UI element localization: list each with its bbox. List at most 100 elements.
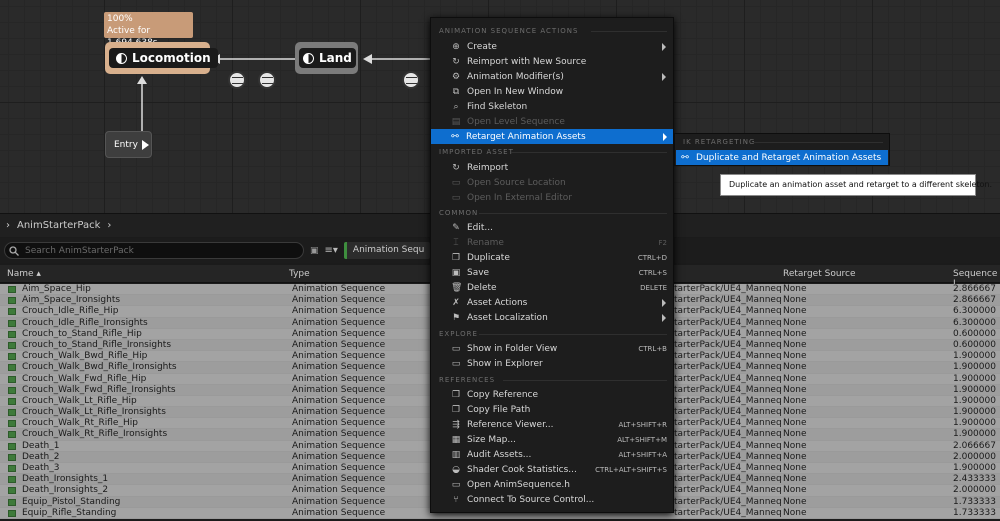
menu-item-audit-assets[interactable]: ▥ Audit Assets... ALT+SHIFT+A: [432, 447, 672, 462]
animation-sequence-icon: [8, 420, 16, 428]
animation-sequence-icon: [8, 375, 16, 383]
animation-sequence-icon: [8, 341, 16, 349]
search-input[interactable]: Search AnimStarterPack: [4, 242, 304, 259]
menu-item-duplicate-and-retarget[interactable]: ⚯ Duplicate and Retarget Animation Asset…: [676, 150, 888, 165]
cell-retarget-source: None: [783, 418, 807, 429]
cell-retarget-source: None: [783, 474, 807, 485]
menu-item-open-header[interactable]: ▭ Open AnimSequence.h: [432, 477, 672, 492]
cell-type: Animation Sequence: [292, 339, 386, 350]
divider: [479, 213, 667, 214]
cell-retarget-source: None: [783, 284, 807, 294]
cell-path: tarterPack/UE4_Manneq: [674, 284, 782, 294]
chevron-right-icon: [662, 298, 666, 307]
code-file-icon: ▭: [451, 479, 461, 490]
state-node-locomotion[interactable]: Locomotion: [105, 42, 218, 74]
menu-item-reimport-new-source[interactable]: ↻ Reimport with New Source: [432, 54, 672, 69]
cell-retarget-source: None: [783, 451, 807, 462]
cell-type: Animation Sequence: [292, 440, 386, 451]
exec-pin-icon[interactable]: [141, 139, 149, 150]
menu-item-copy-file-path[interactable]: ❐ Copy File Path: [432, 402, 672, 417]
column-header-name[interactable]: Name ▴: [7, 269, 41, 279]
chevron-right-icon[interactable]: ›: [6, 220, 10, 231]
chevron-right-icon[interactable]: ›: [107, 220, 111, 231]
column-header-type[interactable]: Type: [289, 269, 310, 279]
chevron-right-icon: [662, 313, 666, 322]
cell-path: tarterPack/UE4_Manneq: [674, 451, 782, 462]
cell-path: tarterPack/UE4_Manneq: [674, 328, 782, 339]
animation-sequence-icon: [8, 364, 16, 372]
cell-retarget-source: None: [783, 351, 807, 362]
menu-item-open-level-sequence: ▤ Open Level Sequence: [451, 116, 565, 127]
animation-sequence-icon: [8, 465, 16, 472]
cell-name: Death_Ironsights_2: [22, 485, 109, 496]
menu-item-delete[interactable]: 🗑 Delete DELETE: [432, 280, 672, 295]
menu-item-edit[interactable]: ✎ Edit...: [432, 220, 672, 235]
state-node-land[interactable]: Land: [295, 42, 358, 74]
audit-icon: ▥: [451, 449, 461, 460]
column-header-retarget[interactable]: Retarget Source: [783, 269, 856, 279]
transition-icon[interactable]: [258, 71, 276, 89]
reimport-icon: ↻: [452, 162, 460, 173]
cell-path: tarterPack/UE4_Manneq: [674, 362, 782, 373]
size-map-icon: ▦: [451, 434, 461, 445]
divider: [511, 152, 667, 153]
cell-name: Crouch_Walk_Rt_Rifle_Ironsights: [22, 429, 168, 440]
animation-sequence-icon: [8, 397, 16, 405]
filter-icon[interactable]: ≡▾: [325, 245, 338, 256]
menu-item-retarget-animation-assets[interactable]: ⚯ Retarget Animation Assets: [431, 129, 673, 144]
divider: [503, 380, 667, 381]
menu-item-show-in-explorer[interactable]: ▭ Show in Explorer: [432, 356, 672, 371]
filter-chip[interactable]: Animation Sequ: [343, 242, 431, 259]
menu-item-asset-actions[interactable]: ✗ Asset Actions: [432, 295, 672, 310]
cell-type: Animation Sequence: [292, 351, 386, 362]
cell-sequence-length: 1.900000: [953, 418, 996, 429]
retarget-icon: ⚯: [451, 131, 459, 142]
menu-item-size-map[interactable]: ▦ Size Map... ALT+SHIFT+M: [432, 432, 672, 447]
folder-icon: ▭: [451, 177, 461, 188]
cell-type: Animation Sequence: [292, 317, 386, 328]
breadcrumb-item[interactable]: AnimStarterPack: [17, 220, 100, 231]
menu-item-animation-modifiers[interactable]: ⚙ Animation Modifier(s): [432, 69, 672, 84]
menu-item-create[interactable]: ⊕ Create: [432, 39, 672, 54]
cell-path: tarterPack/UE4_Manneq: [674, 440, 782, 451]
menu-item-source-control[interactable]: ⑂ Connect To Source Control...: [432, 492, 672, 507]
cell-sequence-length: 1.900000: [953, 407, 996, 418]
save-search-icon[interactable]: ▣: [310, 246, 319, 256]
menu-item-asset-localization[interactable]: ⚑ Asset Localization: [432, 310, 672, 325]
cell-retarget-source: None: [783, 507, 807, 518]
menu-item-find-skeleton[interactable]: ⌕ Find Skeleton: [432, 99, 672, 114]
menu-item-save[interactable]: ▣ Save CTRL+S: [432, 265, 672, 280]
divider: [753, 142, 883, 143]
cell-type: Animation Sequence: [292, 306, 386, 317]
chevron-right-icon: [663, 132, 667, 141]
cell-path: tarterPack/UE4_Manneq: [674, 295, 782, 306]
entry-node[interactable]: Entry: [105, 131, 152, 158]
search-placeholder: Search AnimStarterPack: [25, 245, 134, 256]
cell-type: Animation Sequence: [292, 362, 386, 373]
cell-name: Crouch_Idle_Rifle_Ironsights: [22, 317, 148, 328]
transition-icon[interactable]: [402, 71, 420, 89]
menu-item-reference-viewer[interactable]: ⇶ Reference Viewer... ALT+SHIFT+R: [432, 417, 672, 432]
menu-item-show-in-folder-view[interactable]: ▭ Show in Folder View CTRL+B: [432, 341, 672, 356]
menu-item-open-new-window[interactable]: ⧉ Open In New Window: [432, 84, 672, 99]
menu-item-rename: ⌶ Rename F2: [432, 235, 672, 250]
menu-item-reimport[interactable]: ↻ Reimport: [432, 160, 672, 175]
cell-name: Crouch_Idle_Rifle_Hip: [22, 306, 119, 317]
cell-retarget-source: None: [783, 485, 807, 496]
menu-item-shader-cook-statistics[interactable]: ◒ Shader Cook Statistics... CTRL+ALT+SHIFT…: [432, 462, 672, 477]
cell-retarget-source: None: [783, 440, 807, 451]
cell-path: tarterPack/UE4_Manneq: [674, 429, 782, 440]
save-icon: ▣: [451, 267, 461, 278]
plus-icon: ⊕: [452, 41, 460, 52]
cell-retarget-source: None: [783, 429, 807, 440]
cell-name: Death_3: [22, 463, 60, 473]
cell-sequence-length: 6.300000: [953, 306, 996, 317]
animation-sequence-icon: [8, 487, 16, 495]
chevron-right-icon: [662, 42, 666, 51]
cell-path: tarterPack/UE4_Manneq: [674, 306, 782, 317]
menu-item-duplicate[interactable]: ❐ Duplicate CTRL+D: [432, 250, 672, 265]
cell-name: Crouch_Walk_Bwd_Rifle_Hip: [22, 351, 148, 362]
menu-section-header: IK RETARGETING: [683, 138, 756, 146]
menu-item-copy-reference[interactable]: ❐ Copy Reference: [432, 387, 672, 402]
transition-icon[interactable]: [228, 71, 246, 89]
